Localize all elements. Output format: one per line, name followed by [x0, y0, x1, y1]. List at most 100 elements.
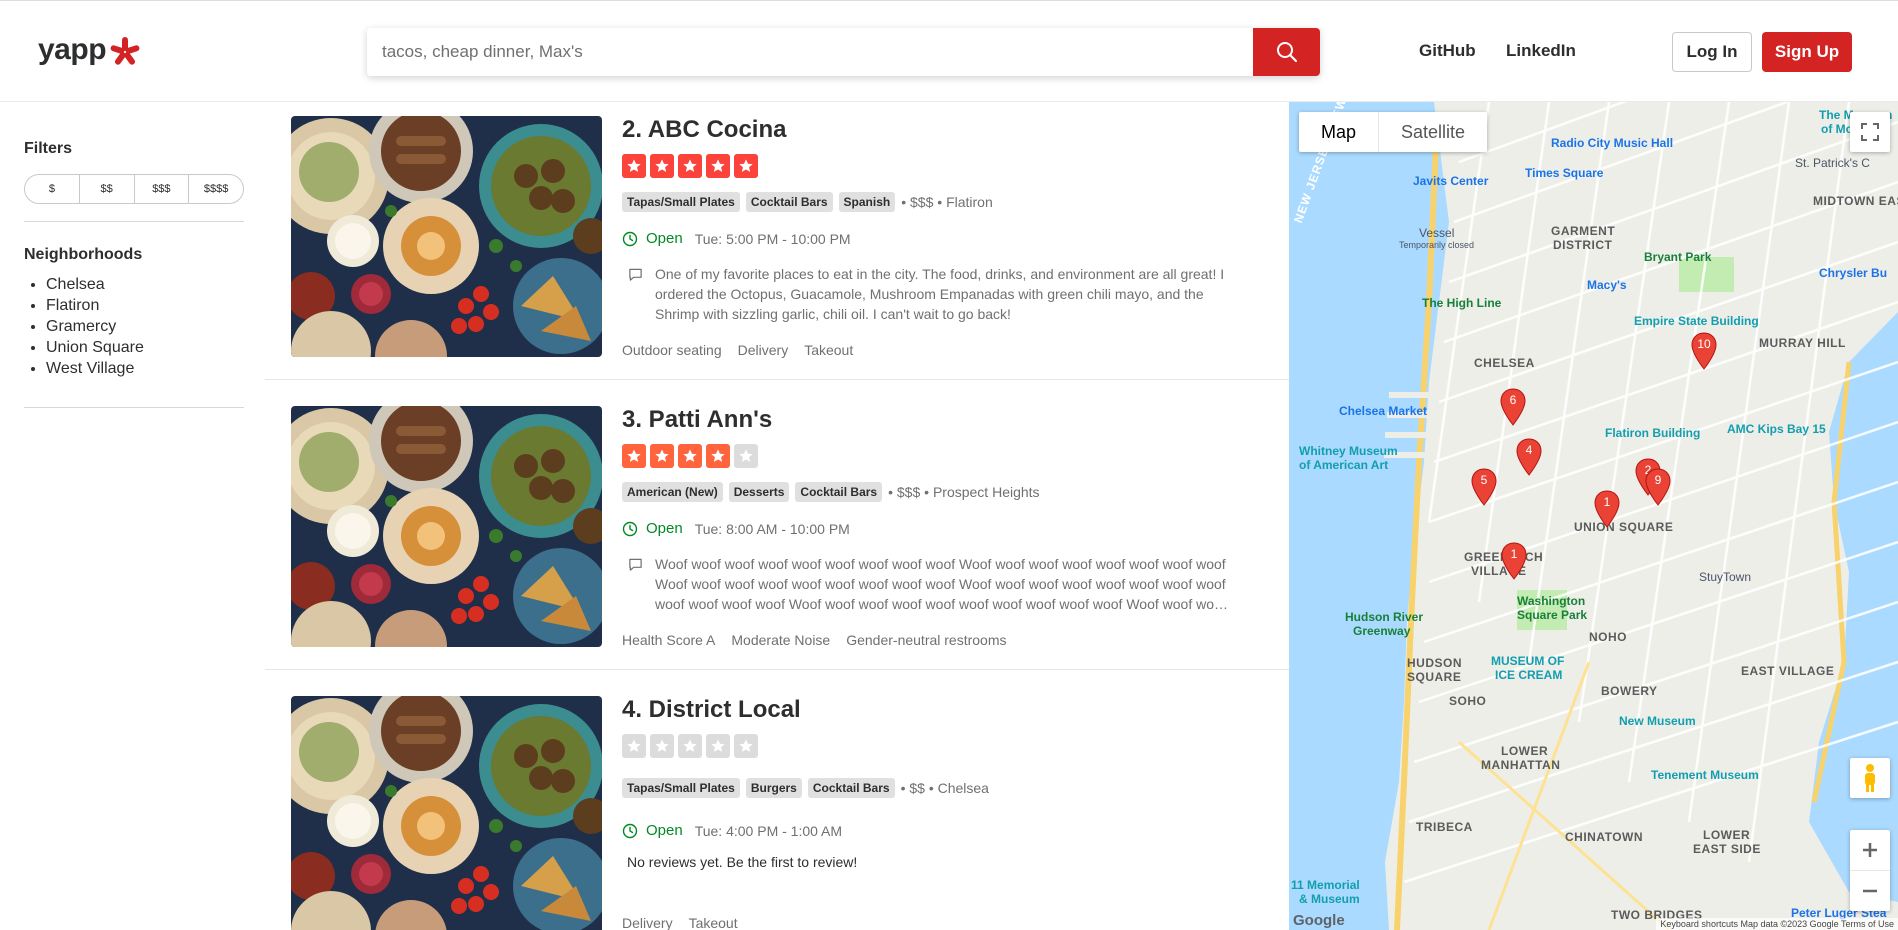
map-label: MANHATTAN — [1481, 758, 1561, 772]
map-label: DISTRICT — [1553, 238, 1613, 252]
zoom-controls — [1850, 830, 1890, 911]
map-label: MIDTOWN EAS — [1813, 194, 1898, 208]
map-marker[interactable]: 1 — [1594, 490, 1620, 528]
plus-icon — [1863, 843, 1877, 857]
search-button[interactable] — [1253, 28, 1320, 76]
neighborhood-item[interactable]: Flatiron — [46, 295, 244, 316]
category-tag[interactable]: Desserts — [728, 482, 790, 502]
map-type-map[interactable]: Map — [1299, 112, 1378, 152]
business-card[interactable]: 4. District Local Tapas/Small Plates Bur… — [265, 682, 1289, 930]
category-tag[interactable]: Burgers — [745, 778, 802, 798]
star-empty-icon — [678, 734, 702, 758]
business-title[interactable]: 3. Patti Ann's — [622, 406, 772, 434]
map-poi[interactable]: MUSEUM OF — [1491, 654, 1564, 668]
category-tags: Tapas/Small Plates Burgers Cocktail Bars… — [622, 778, 989, 798]
signup-button[interactable]: Sign Up — [1762, 32, 1852, 72]
map-type-satellite[interactable]: Satellite — [1378, 112, 1487, 152]
map-attribution[interactable]: Keyboard shortcuts Map data ©2023 Google… — [1656, 918, 1898, 930]
business-photo[interactable] — [291, 696, 602, 930]
star-filled-icon — [650, 444, 674, 468]
map-poi[interactable]: Chelsea Market — [1339, 404, 1427, 418]
map-marker[interactable]: 10 — [1691, 332, 1717, 370]
github-link[interactable]: GitHub — [1419, 41, 1476, 61]
business-card[interactable]: 2. ABC Cocina Tapas/Small Plates Cocktai… — [265, 102, 1289, 392]
linkedin-link[interactable]: LinkedIn — [1506, 41, 1576, 61]
map-poi[interactable]: New Museum — [1619, 714, 1696, 728]
fullscreen-button[interactable] — [1850, 112, 1890, 152]
divider — [265, 379, 1289, 380]
map-marker[interactable]: 1 — [1501, 542, 1527, 580]
hours-row: Open Tue: 5:00 PM - 10:00 PM — [622, 230, 851, 247]
map-poi[interactable]: Tenement Museum — [1651, 768, 1759, 782]
star-empty-icon — [622, 734, 646, 758]
business-photo[interactable] — [291, 116, 602, 357]
business-photo[interactable] — [291, 406, 602, 647]
map-poi[interactable]: Flatiron Building — [1605, 426, 1700, 440]
map-poi-note: Temporarily closed — [1399, 240, 1475, 250]
amenity: Takeout — [688, 915, 738, 930]
pegman-icon — [1865, 764, 1875, 792]
category-tag[interactable]: Cocktail Bars — [745, 192, 833, 212]
map-marker[interactable]: 6 — [1500, 388, 1526, 426]
map-poi[interactable]: AMC Kips Bay 15 — [1727, 422, 1826, 436]
star-filled-icon — [678, 444, 702, 468]
map-label: LOWER — [1703, 828, 1751, 842]
star-empty-icon — [734, 734, 758, 758]
amenity: Health Score A — [622, 632, 716, 648]
business-title[interactable]: 2. ABC Cocina — [622, 116, 786, 144]
amenity: Delivery — [622, 915, 673, 930]
map-poi[interactable]: Vessel — [1419, 226, 1454, 240]
map-poi[interactable]: Chrysler Bu — [1819, 266, 1887, 280]
map-poi[interactable]: StuyTown — [1699, 570, 1751, 584]
map-poi[interactable]: Javits Center — [1413, 174, 1488, 188]
map-marker[interactable]: 9 — [1645, 468, 1671, 506]
category-tag[interactable]: Tapas/Small Plates — [622, 192, 740, 212]
price-filter-2[interactable]: $$ — [80, 175, 135, 203]
price-filter-1[interactable]: $ — [25, 175, 80, 203]
filters-heading: Filters — [24, 140, 73, 157]
logo[interactable]: yapp — [38, 31, 142, 69]
map-label: SQUARE — [1407, 670, 1462, 684]
category-tag[interactable]: Cocktail Bars — [795, 482, 883, 502]
map-marker[interactable]: 5 — [1471, 468, 1497, 506]
category-tag[interactable]: Spanish — [838, 192, 896, 212]
neighborhood-item[interactable]: Union Square — [46, 337, 244, 358]
map-panel[interactable]: GARMENT DISTRICT MIDTOWN EAS CHELSEA MUR… — [1289, 102, 1898, 930]
business-title[interactable]: 4. District Local — [622, 696, 801, 724]
map-poi[interactable]: 11 Memorial — [1291, 878, 1360, 892]
map-poi[interactable]: Bryant Park — [1644, 250, 1711, 264]
category-tag[interactable]: American (New) — [622, 482, 723, 502]
map-poi: & Museum — [1299, 892, 1360, 906]
map-poi[interactable]: The High Line — [1422, 296, 1501, 310]
map-poi[interactable]: Radio City Music Hall — [1551, 136, 1673, 150]
map-poi[interactable]: Whitney Museum — [1299, 444, 1398, 458]
map-marker[interactable]: 4 — [1516, 438, 1542, 476]
price-location: • $$$ • Prospect Heights — [888, 484, 1040, 500]
hours-text: Tue: 5:00 PM - 10:00 PM — [694, 230, 851, 247]
map-poi[interactable]: Empire State Building — [1634, 314, 1759, 328]
business-card[interactable]: 3. Patti Ann's American (New) Desserts C… — [265, 392, 1289, 682]
street-view-button[interactable] — [1850, 758, 1890, 798]
neighborhood-item[interactable]: West Village — [46, 358, 244, 379]
category-tag[interactable]: Cocktail Bars — [807, 778, 895, 798]
category-tag[interactable]: Tapas/Small Plates — [622, 778, 740, 798]
map-poi[interactable]: Washington — [1517, 594, 1585, 608]
map-poi[interactable]: Hudson River — [1345, 610, 1423, 624]
map-poi[interactable]: St. Patrick's C — [1795, 156, 1870, 170]
review-text: Woof woof woof woof woof woof woof woof … — [655, 556, 1226, 612]
food-photo-image — [291, 696, 602, 930]
zoom-out-button[interactable] — [1850, 871, 1890, 911]
login-button[interactable]: Log In — [1672, 32, 1752, 72]
search-input[interactable] — [367, 28, 1253, 76]
price-filter-4[interactable]: $$$$ — [189, 175, 243, 203]
map-label: HUDSON — [1407, 656, 1463, 670]
zoom-in-button[interactable] — [1850, 831, 1890, 871]
neighborhood-item[interactable]: Gramercy — [46, 316, 244, 337]
neighborhood-item[interactable]: Chelsea — [46, 274, 244, 295]
map-poi[interactable]: Times Square — [1525, 166, 1603, 180]
map-poi[interactable]: Macy's — [1587, 278, 1627, 292]
price-filter-3[interactable]: $$$ — [135, 175, 190, 203]
map-label: EAST VILLAGE — [1741, 664, 1835, 678]
neighborhoods-heading: Neighborhoods — [24, 246, 143, 263]
map-poi: Square Park — [1517, 608, 1588, 622]
